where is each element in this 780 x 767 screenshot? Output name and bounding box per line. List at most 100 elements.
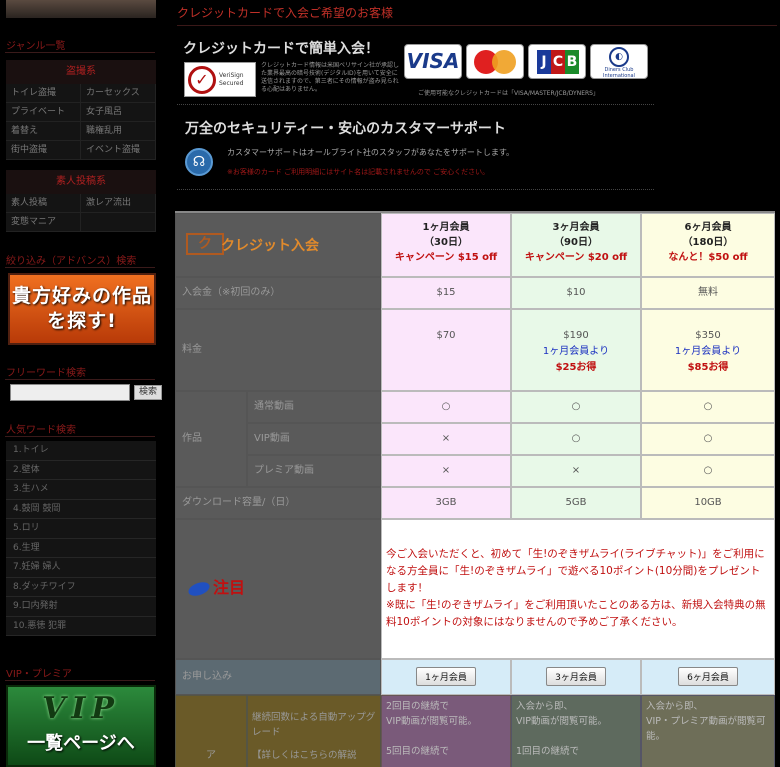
popular-word-link[interactable]: 5.ロリ — [6, 519, 156, 539]
genre-link[interactable]: カーセックス — [81, 84, 156, 102]
vip-button-label: 一覧ページへ — [27, 733, 135, 754]
plan-campaign: なんと！$50 off — [668, 252, 748, 263]
popular-words-heading: 人気ワード検索 — [5, 421, 155, 437]
upgrade-3month: 入会から即、 VIP動画が閲覧可能。 1回目の継続で — [511, 695, 641, 767]
section-divider — [177, 104, 654, 105]
vip-heading: VIP・プレミア — [5, 665, 155, 681]
upgrade-1month: 2回目の継続で VIP動画が閲覧可能。 5回目の継続で — [381, 695, 511, 767]
genre-link[interactable]: 変態マニア — [6, 213, 81, 231]
security-description: クレジットカード情報は米国ベリサイン社が承認した業界最高の暗号技術(デジタルID… — [261, 62, 400, 93]
accepted-cards-note: ご使用可能なクレジットカードは「VISA/MASTER/JCB/DYNERS」 — [418, 90, 599, 97]
sidebar-top-image — [6, 0, 156, 18]
jcb-card-logo: JCB — [528, 44, 586, 79]
price-3month: $190 1ヶ月会員より $25お得 — [511, 309, 641, 391]
popular-word-link[interactable]: 4.鼓岡 鼓岡 — [6, 499, 156, 519]
entry-fee-1month: $15 — [381, 277, 511, 309]
sidebar: ジャンル一覧 盗撮系 トイレ盗撮 カーセックス プライベート 女子風呂 着替え 職権乱… — [0, 0, 162, 767]
apply-1month-button[interactable]: 1ヶ月会員 — [416, 667, 476, 686]
search-button[interactable]: 検索 — [134, 385, 162, 400]
amateur-links: 素人投稿 激レア流出 変態マニア — [6, 194, 156, 232]
apply-label: お申し込み — [175, 659, 381, 695]
plan-days: （90日） — [554, 237, 598, 248]
verisign-text: VeriSign Secured — [219, 72, 244, 87]
support-description: カスタマーサポートはオールブライト社のスタッフがあなたをサポートします。 — [227, 148, 515, 157]
genre-link[interactable]: イベント盗撮 — [81, 141, 156, 159]
genre-link[interactable]: 激レア流出 — [81, 194, 156, 212]
genre-link[interactable]: 街中盗撮 — [6, 141, 81, 159]
credit-card-section-title: クレジットカードで簡単入会！ — [183, 41, 379, 57]
vip-list-button[interactable]: VIP 一覧ページへ — [6, 685, 156, 767]
credit-logo-mark: ク — [186, 233, 224, 255]
price-value: $190 — [563, 330, 589, 341]
genre-link[interactable]: プライベート — [6, 103, 81, 121]
popular-word-link[interactable]: 1.トイレ — [6, 441, 156, 461]
credit-logo-text: クレジット入会 — [221, 238, 319, 254]
popular-word-link[interactable]: 3.生ハメ — [6, 480, 156, 500]
plan-name: 3ヶ月会員 — [552, 222, 600, 233]
table-logo-cell: ク クレジット入会 — [175, 213, 381, 277]
popular-word-link[interactable]: 6.生理 — [6, 538, 156, 558]
notice-text: 今ご入会いただくと、初めて「生!のぞきザムライ(ライブチャット)」をご利用になる… — [386, 548, 765, 594]
check-icon: ✓ — [188, 66, 216, 94]
attention-cell: 注目 — [175, 519, 381, 659]
tousatsu-category: 盗撮系 — [6, 60, 156, 84]
visa-card-logo: VISA — [404, 44, 462, 79]
find-works-button[interactable]: 貴方好みの作品を探す! — [8, 273, 156, 345]
works-row-label: プレミア動画 — [247, 455, 381, 487]
plan-name: 1ヶ月会員 — [422, 222, 470, 233]
works-cell: ○ — [641, 455, 775, 487]
apply-3month-button[interactable]: 3ヶ月会員 — [546, 667, 606, 686]
price-compare: 1ヶ月会員より — [674, 346, 742, 357]
genre-heading: ジャンル一覧 — [5, 37, 155, 53]
plan-days: （30日） — [424, 237, 468, 248]
amateur-category: 素人投稿系 — [6, 170, 156, 194]
popular-word-link[interactable]: 9.口内発射 — [6, 597, 156, 617]
plan-table: ク クレジット入会 1ヶ月会員 （30日） キャンペーン $15 off 3ヶ月… — [175, 211, 775, 767]
works-row-label: 通常動画 — [247, 391, 381, 423]
genre-link[interactable]: 着替え — [6, 122, 81, 140]
freeword-heading: フリーワード検索 — [5, 364, 155, 380]
download-label: ダウンロード容量/（日） — [175, 487, 381, 519]
popular-word-link[interactable]: 10.悪徳 犯罪 — [6, 616, 156, 636]
attention-badge: 注目 — [186, 574, 245, 598]
diners-label: Diners Club International — [603, 67, 635, 79]
upgrade-6month: 入会から即、 VIP・プレミア動画が閲覧可能。 — [641, 695, 775, 767]
headset-icon: ☊ — [185, 148, 213, 176]
notice-text: ※既に「生!のぞきザムライ」をご利用頂いたことのある方は、新規入会特典の無料10… — [386, 599, 766, 628]
genre-link[interactable]: 女子風呂 — [81, 103, 156, 121]
genre-link[interactable]: トイレ盗撮 — [6, 84, 81, 102]
works-cell: × — [511, 455, 641, 487]
genre-link[interactable]: 職権乱用 — [81, 122, 156, 140]
upgrade-label: 継続回数による自動アップグレード 【詳しくはこちらの解説 — [247, 695, 381, 767]
download-3month: 5GB — [511, 487, 641, 519]
entry-fee-6month: 無料 — [641, 277, 775, 309]
verisign-badge: ✓ VeriSign Secured — [184, 62, 256, 97]
price-savings: $25お得 — [555, 362, 597, 373]
popular-word-link[interactable]: 8.ダッチワイフ — [6, 577, 156, 597]
diners-card-logo: ◐ Diners Club International — [590, 44, 648, 79]
flash-icon — [186, 579, 212, 598]
price-label: 料金 — [175, 309, 381, 391]
plan-header-1month: 1ヶ月会員 （30日） キャンペーン $15 off — [381, 213, 511, 277]
plan-name: 6ヶ月会員 — [684, 222, 732, 233]
title-divider — [177, 25, 777, 26]
advanced-search-heading: 絞り込み（アドバンス）検索 — [5, 252, 155, 268]
works-cell: ○ — [511, 423, 641, 455]
upgrade-detail-link[interactable]: 【詳しくはこちらの解説 — [252, 748, 376, 763]
freeword-input[interactable] — [10, 384, 130, 401]
plan-header-6month: 6ヶ月会員 （180日） なんと！$50 off — [641, 213, 775, 277]
plan-campaign: キャンペーン $15 off — [394, 252, 498, 263]
popular-word-link[interactable]: 7.妊婦 婦人 — [6, 558, 156, 578]
price-6month: $350 1ヶ月会員より $85お得 — [641, 309, 775, 391]
mastercard-logo — [466, 44, 524, 79]
apply-cell: 3ヶ月会員 — [511, 659, 641, 695]
apply-6month-button[interactable]: 6ヶ月会員 — [678, 667, 738, 686]
page-title: クレジットカードで入会ご希望のお客様 — [177, 6, 394, 20]
campaign-notice: 今ご入会いただくと、初めて「生!のぞきザムライ(ライブチャット)」をご利用になる… — [381, 519, 775, 659]
plan-days: （180日） — [682, 237, 734, 248]
popular-words-list: 1.トイレ 2.壁体 3.生ハメ 4.鼓岡 鼓岡 5.ロリ 6.生理 7.妊婦 … — [6, 441, 156, 636]
price-1month: $70 — [381, 309, 511, 391]
plan-campaign: キャンペーン $20 off — [524, 252, 628, 263]
genre-link[interactable]: 素人投稿 — [6, 194, 81, 212]
popular-word-link[interactable]: 2.壁体 — [6, 460, 156, 480]
